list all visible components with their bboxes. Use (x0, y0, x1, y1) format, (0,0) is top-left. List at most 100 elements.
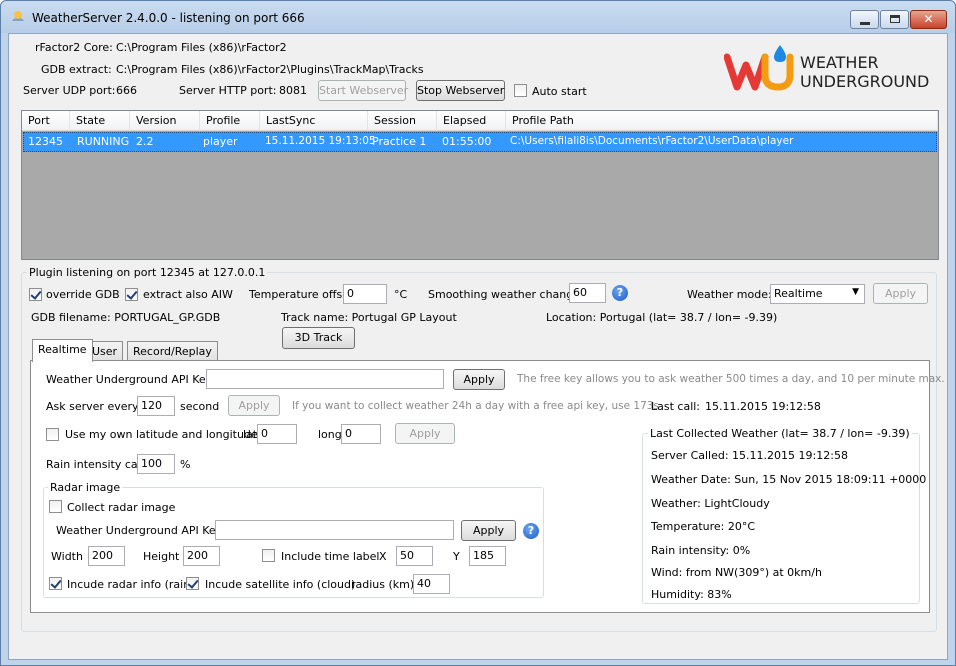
own-latlon-checkbox[interactable] (46, 428, 59, 441)
minimize-button[interactable] (850, 10, 879, 29)
close-button[interactable]: ✕ (910, 10, 947, 29)
height-input[interactable]: 200 (183, 546, 220, 566)
weather-condition: Weather: LightCloudy (651, 497, 770, 510)
column-header-profile-path[interactable]: Profile Path (506, 111, 938, 131)
cell-version: 2.2 (136, 135, 154, 148)
column-header-state[interactable]: State (70, 111, 130, 131)
y-label: Y (453, 550, 460, 563)
logo-text-underground: UNDERGROUND (800, 72, 930, 91)
rfactor-core-value: C:\Program Files (x86)\rFactor2 (116, 41, 287, 54)
last-collected-title: Last Collected Weather (lat= 38.7 / lon=… (648, 427, 912, 440)
server-called: Server Called: 15.11.2015 19:12:58 (651, 449, 848, 462)
gdb-extract-label: GDB extract: (41, 63, 112, 76)
radar-info-label: Incude radar info (rain) (67, 578, 195, 591)
satellite-info-label: Incude satellite info (cloud) (205, 578, 356, 591)
collect-radar-label: Collect radar image (67, 501, 176, 514)
rain-cap-unit: % (180, 458, 191, 471)
y-input[interactable]: 185 (469, 546, 506, 566)
location: Location: Portugal (lat= 38.7 / lon= -9.… (546, 311, 778, 324)
temperature-offset-input[interactable]: 0 (343, 284, 387, 304)
rfactor-core-label: rFactor2 Core: (35, 41, 113, 54)
table-row[interactable]: 12345 RUNNING 2.2 player 15.11.2015 19:1… (23, 132, 937, 152)
api-key-apply-button[interactable]: Apply (453, 369, 505, 390)
extract-aiw-label: extract also AIW (143, 288, 233, 301)
x-input[interactable]: 50 (396, 546, 433, 566)
last-call-value: 15.11.2015 19:12:58 (705, 400, 821, 413)
include-time-checkbox[interactable] (262, 549, 275, 562)
lat-input[interactable]: 0 (257, 424, 297, 444)
column-header-port[interactable]: Port (22, 111, 70, 131)
rain-intensity: Rain intensity: 0% (651, 544, 751, 557)
list-header: Port State Version Profile LastSync Sess… (22, 111, 938, 131)
tab-realtime[interactable]: Realtime (32, 339, 93, 362)
latlon-apply-button[interactable]: Apply (395, 423, 455, 444)
auto-start-checkbox[interactable] (514, 84, 527, 97)
radar-group-title: Radar image (48, 481, 123, 494)
ask-server-apply-button[interactable]: Apply (228, 395, 280, 416)
column-header-session[interactable]: Session (368, 111, 437, 131)
temperature-unit: °C (394, 288, 408, 301)
plugin-list[interactable]: Port State Version Profile LastSync Sess… (21, 110, 939, 260)
auto-start-label: Auto start (532, 85, 587, 98)
plugin-group-title: Plugin listening on port 12345 at 127.0.… (27, 266, 268, 279)
column-header-lastsync[interactable]: LastSync (260, 111, 368, 131)
radar-info-checkbox[interactable] (49, 577, 62, 590)
rain-cap-input[interactable]: 100 (137, 454, 175, 474)
api-key-label: Weather Underground API Key: (46, 373, 216, 386)
maximize-button[interactable] (880, 10, 909, 29)
http-port-value: 8081 (279, 84, 307, 97)
tab-record-replay[interactable]: Record/Replay (127, 341, 218, 362)
width-label: Width (51, 550, 83, 563)
3d-track-button[interactable]: 3D Track (282, 327, 355, 349)
ask-server-hint: If you want to collect weather 24h a day… (292, 400, 659, 412)
long-label: long (318, 428, 342, 441)
api-key-input[interactable] (206, 369, 444, 389)
close-icon: ✕ (923, 12, 934, 26)
ask-server-input[interactable]: 120 (137, 396, 175, 416)
weather-mode-value: Realtime (774, 287, 823, 300)
cell-session: Practice 1 (372, 135, 427, 148)
satellite-info-checkbox[interactable] (186, 577, 199, 590)
humidity: Humidity: 83% (651, 588, 732, 601)
include-time-label: Include time label (281, 550, 380, 563)
override-gdb-checkbox[interactable] (29, 288, 42, 301)
collect-radar-checkbox[interactable] (49, 500, 62, 513)
app-icon (10, 9, 26, 25)
radar-help-icon[interactable]: ? (523, 523, 539, 539)
lat-label: lat (243, 428, 258, 441)
radius-label: radius (km) (351, 578, 415, 591)
gdb-extract-value: C:\Program Files (x86)\rFactor2\Plugins\… (116, 63, 424, 76)
radar-api-key-apply-button[interactable]: Apply (461, 520, 516, 541)
x-label: X (379, 550, 387, 563)
title-bar[interactable]: WeatherServer 2.4.0.0 - listening on por… (1, 1, 955, 33)
maximize-icon (890, 15, 900, 23)
column-header-elapsed[interactable]: Elapsed (437, 111, 506, 131)
column-header-profile[interactable]: Profile (200, 111, 260, 131)
own-latlon-label: Use my own latitude and longitude: (65, 428, 262, 441)
weather-date: Weather Date: Sun, 15 Nov 2015 18:09:11 … (651, 473, 927, 486)
extract-aiw-checkbox[interactable] (125, 288, 138, 301)
radius-input[interactable]: 40 (413, 574, 450, 594)
smoothing-input[interactable]: 60 (569, 283, 606, 303)
override-gdb-label: override GDB (46, 288, 120, 301)
smoothing-help-icon[interactable]: ? (612, 285, 628, 301)
weather-mode-apply-button[interactable]: Apply (873, 283, 928, 304)
wind: Wind: from NW(309°) at 0km/h (651, 566, 822, 579)
smoothing-label: Smoothing weather change: (428, 288, 584, 301)
rain-cap-label: Rain intensity cap: (46, 458, 149, 471)
main-window: WeatherServer 2.4.0.0 - listening on por… (0, 0, 956, 666)
weather-underground-logo: WEATHER UNDERGROUND (724, 43, 942, 95)
long-input[interactable]: 0 (341, 424, 381, 444)
stop-webserver-button[interactable]: Stop Webserver (416, 80, 505, 101)
column-header-version[interactable]: Version (130, 111, 200, 131)
temperature-offset-label: Temperature offset: (249, 288, 358, 301)
weather-mode-select[interactable]: Realtime ▼ (770, 284, 865, 304)
udp-port-label: Server UDP port: (23, 84, 116, 97)
start-webserver-button[interactable]: Start Webserver (318, 80, 408, 101)
radar-api-key-input[interactable] (215, 520, 454, 540)
track-name: Track name: Portugal GP Layout (281, 311, 457, 324)
width-input[interactable]: 200 (88, 546, 125, 566)
api-key-hint: The free key allows you to ask weather 5… (517, 373, 945, 385)
gdb-filename: GDB filename: PORTUGAL_GP.GDB (31, 311, 221, 324)
cell-profile-path: C:\Users\filali8is\Documents\rFactor2\Us… (510, 135, 794, 147)
